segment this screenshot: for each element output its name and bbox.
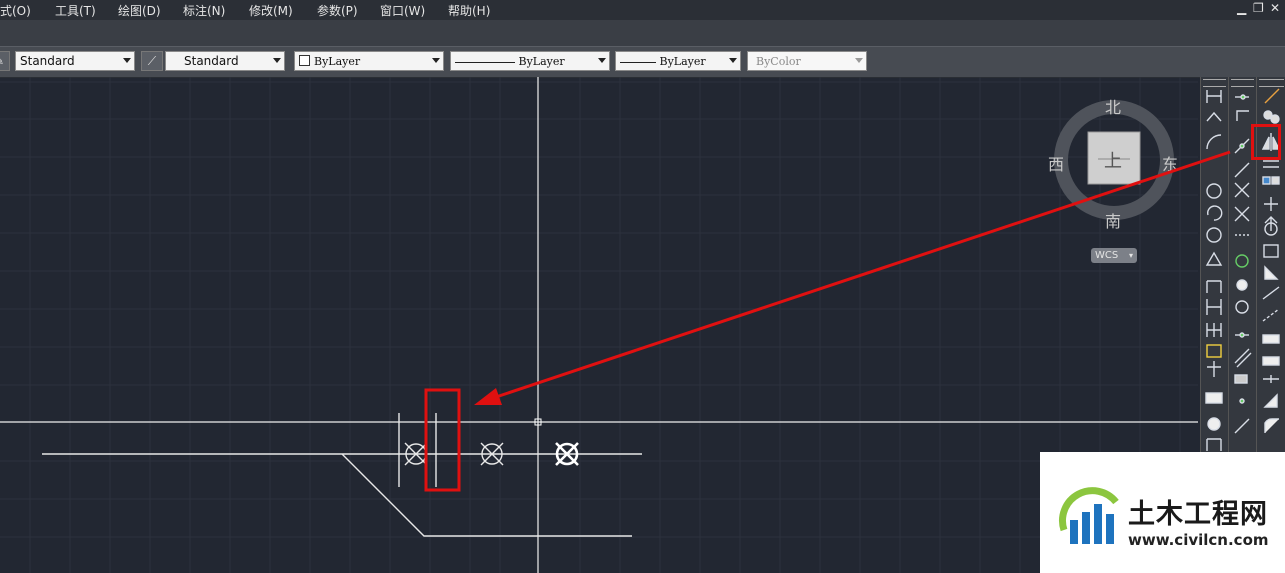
watermark-title: 土木工程网 bbox=[1128, 499, 1268, 530]
logo-icon bbox=[1059, 487, 1119, 544]
watermark-logo: 土木工程网 www.civilcn.com bbox=[1040, 452, 1285, 573]
watermark-url: www.civilcn.com bbox=[1128, 531, 1269, 549]
